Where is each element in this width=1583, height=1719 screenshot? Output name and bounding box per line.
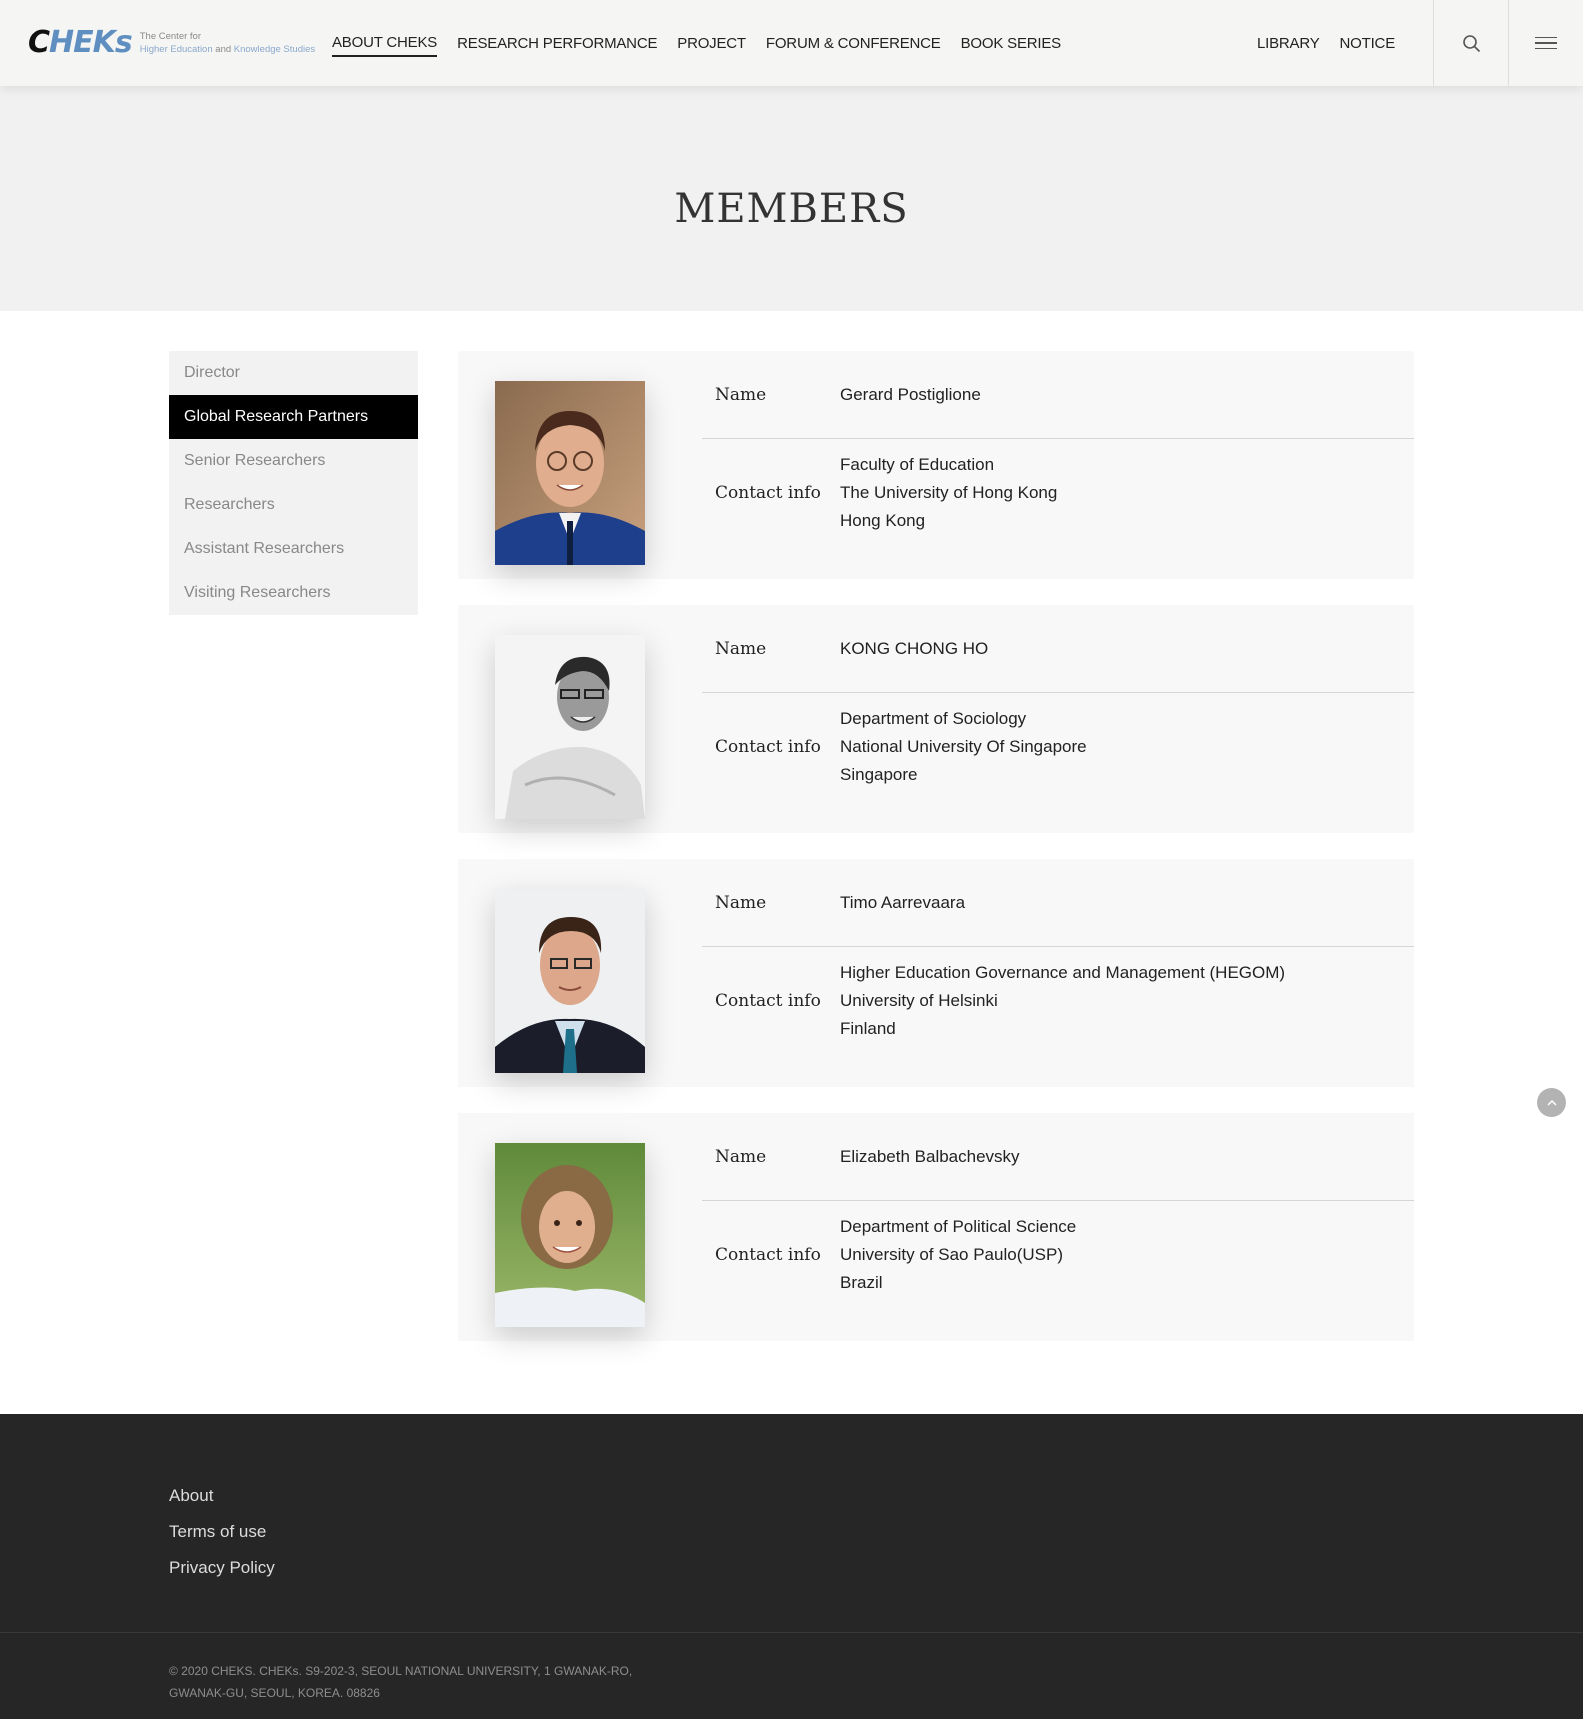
sidebar-item-researchers[interactable]: Researchers [169, 483, 418, 527]
member-photo [495, 1143, 645, 1327]
contact-line: Singapore [840, 765, 918, 784]
contact-line: National University Of Singapore [840, 737, 1087, 756]
page-title: MEMBERS [674, 185, 909, 232]
menu-button[interactable] [1508, 0, 1583, 86]
contact-line: Higher Education Governance and Manageme… [840, 963, 1286, 982]
sidebar-item-assistant-researchers[interactable]: Assistant Researchers [169, 527, 418, 571]
scroll-to-top-button[interactable] [1537, 1088, 1566, 1117]
contact-line: Department of Sociology [840, 709, 1027, 728]
contact-line: Finland [840, 1019, 896, 1038]
contact-info-label: Contact info [715, 737, 821, 757]
member-name: Timo Aarrevaara [840, 892, 966, 912]
footer-link-terms-of-use[interactable]: Terms of use [169, 1514, 275, 1550]
member-photo [495, 635, 645, 819]
member-contact: Department of Political Science Universi… [840, 1213, 1076, 1297]
nav-research-performance[interactable]: RESEARCH PERFORMANCE [457, 31, 657, 56]
footer-link-about[interactable]: About [169, 1478, 275, 1514]
members-sidebar: Director Global Research Partners Senior… [169, 351, 418, 615]
member-photo [495, 381, 645, 565]
member-info: Name Gerard Postiglione Contact info Fac… [702, 351, 1414, 547]
contact-line: Faculty of Education [840, 455, 995, 474]
member-contact: Faculty of Education The University of H… [840, 451, 1057, 535]
member-card: Name Gerard Postiglione Contact info Fac… [458, 351, 1414, 579]
contact-line: University of Sao Paulo(USP) [840, 1245, 1063, 1264]
contact-info-label: Contact info [715, 483, 821, 503]
nav-about-cheks[interactable]: ABOUT CHEKS [332, 30, 437, 57]
name-label: Name [715, 384, 767, 405]
sidebar-item-visiting-researchers[interactable]: Visiting Researchers [169, 571, 418, 615]
footer-copyright: © 2020 CHEKS. CHEKs. S9-202-3, SEOUL NAT… [169, 1664, 633, 1700]
footer-links: About Terms of use Privacy Policy [169, 1478, 275, 1586]
member-info: Name KONG CHONG HO Contact info Departme… [702, 605, 1414, 801]
contact-line: Hong Kong [840, 511, 926, 530]
site-footer: About Terms of use Privacy Policy © 2020… [0, 1414, 1583, 1719]
contact-info-label: Contact info [715, 1245, 821, 1265]
cheks-logo[interactable]: CHEKs The Center for Higher Education an… [28, 26, 315, 60]
member-name: Elizabeth Balbachevsky [840, 1146, 1020, 1166]
contact-line: Brazil [840, 1273, 883, 1292]
contact-line: University of Helsinki [840, 991, 998, 1010]
logo-mark: CHEKs [28, 25, 133, 60]
site-header: CHEKs The Center for Higher Education an… [0, 0, 1583, 86]
member-info: Name Elizabeth Balbachevsky Contact info… [702, 1113, 1414, 1309]
nav-notice[interactable]: NOTICE [1340, 31, 1396, 56]
member-list: Name Gerard Postiglione Contact info Fac… [458, 351, 1414, 1367]
logo-text: The Center for Higher Education and Know… [139, 31, 316, 55]
member-contact: Higher Education Governance and Manageme… [840, 959, 1285, 1043]
search-button[interactable] [1433, 0, 1508, 86]
name-label: Name [715, 638, 767, 659]
sidebar-item-senior-researchers[interactable]: Senior Researchers [169, 439, 418, 483]
nav-library[interactable]: LIBRARY [1257, 31, 1320, 56]
member-photo [495, 889, 645, 1073]
chevron-up-icon [1546, 1099, 1557, 1106]
footer-divider [0, 1632, 1583, 1633]
nav-forum-conference[interactable]: FORUM & CONFERENCE [766, 31, 941, 56]
search-icon [1462, 34, 1480, 52]
member-card: Name Elizabeth Balbachevsky Contact info… [458, 1113, 1414, 1341]
sidebar-item-director[interactable]: Director [169, 351, 418, 395]
hamburger-menu-icon [1535, 33, 1557, 54]
sidebar-item-global-research-partners[interactable]: Global Research Partners [169, 395, 418, 439]
member-card: Name KONG CHONG HO Contact info Departme… [458, 605, 1414, 833]
member-name: Gerard Postiglione [840, 384, 981, 404]
member-name: KONG CHONG HO [840, 638, 989, 658]
footer-link-privacy-policy[interactable]: Privacy Policy [169, 1550, 275, 1586]
page-hero: MEMBERS [0, 86, 1583, 311]
nav-project[interactable]: PROJECT [677, 31, 746, 56]
contact-line: Department of Political Science [840, 1217, 1077, 1236]
member-card: Name Timo Aarrevaara Contact info Higher… [458, 859, 1414, 1087]
name-label: Name [715, 892, 767, 913]
nav-book-series[interactable]: BOOK SERIES [961, 31, 1062, 56]
name-label: Name [715, 1146, 767, 1167]
main-nav: ABOUT CHEKS RESEARCH PERFORMANCE PROJECT… [332, 0, 1081, 86]
member-info: Name Timo Aarrevaara Contact info Higher… [702, 859, 1414, 1055]
contact-line: The University of Hong Kong [840, 483, 1058, 502]
member-contact: Department of Sociology National Univers… [840, 705, 1087, 789]
secondary-nav: LIBRARY NOTICE [1257, 0, 1395, 86]
contact-info-label: Contact info [715, 991, 821, 1011]
